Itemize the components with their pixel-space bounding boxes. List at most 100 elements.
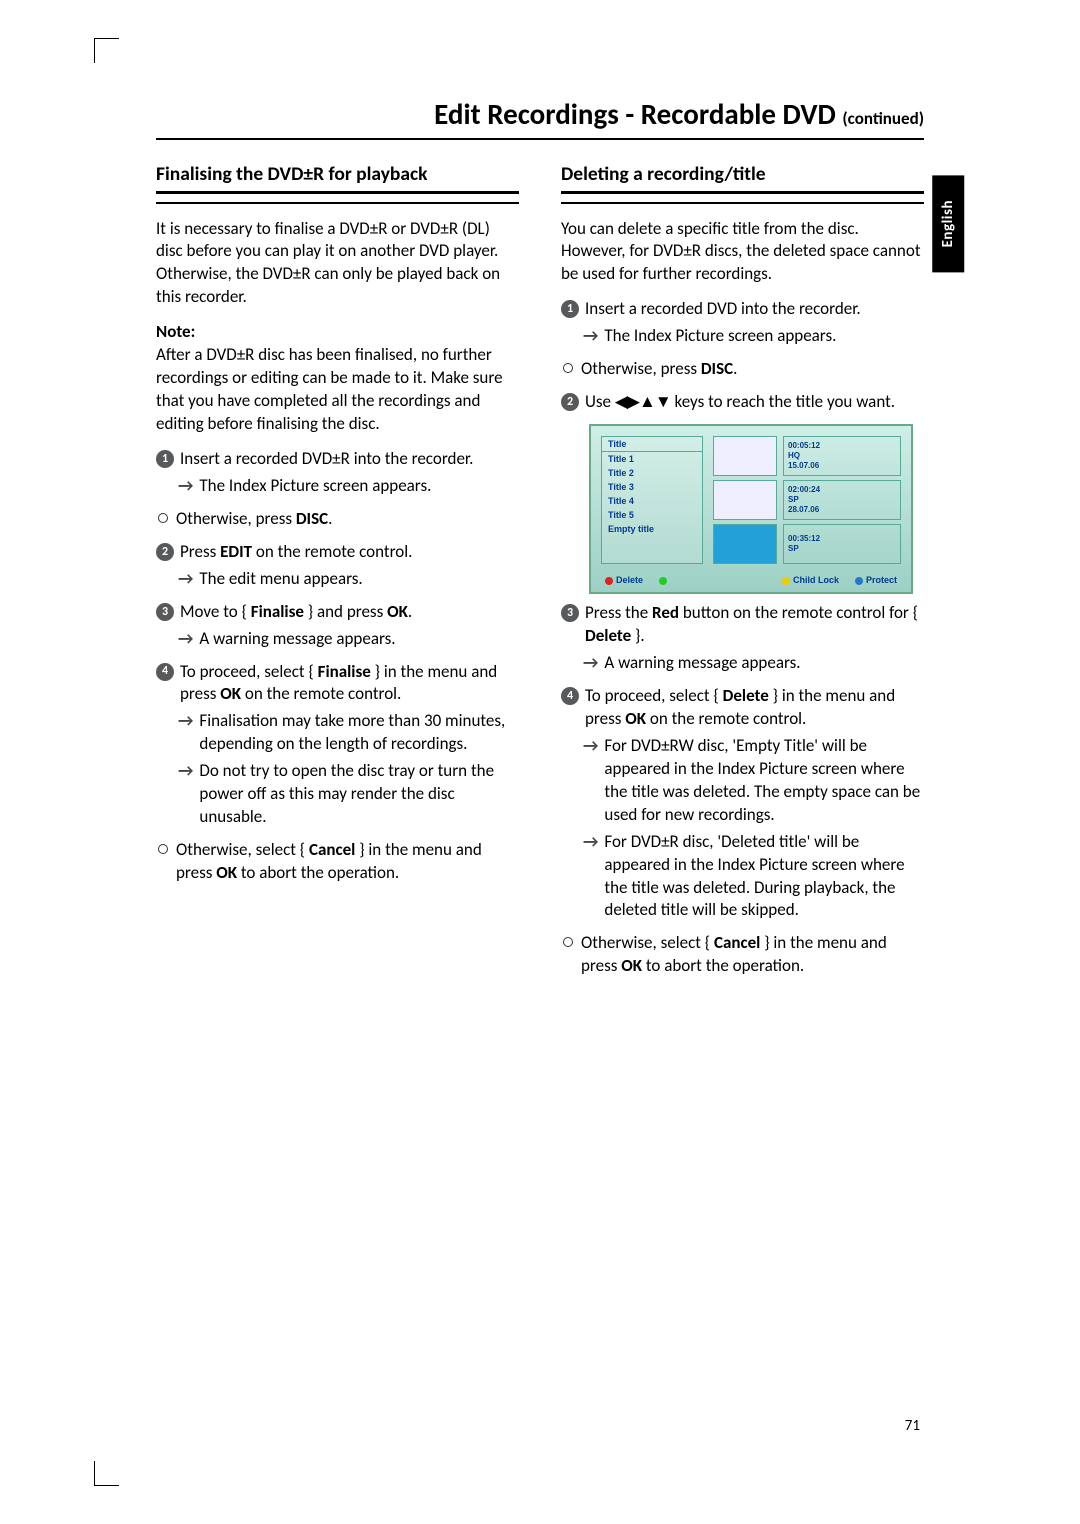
red-dot-icon [605, 577, 613, 585]
result-text: Do not try to open the disc tray or turn… [199, 760, 519, 829]
note-body: After a DVD±R disc has been finalised, n… [156, 344, 519, 436]
section-heading-finalising: Finalising the DVD±R for playback [156, 162, 519, 186]
step-text: Move to { Finalise } and press OK. [180, 601, 519, 624]
crop-mark-bottom [94, 1461, 119, 1486]
result-text: The edit menu appears. [199, 568, 519, 591]
step-text: Insert a recorded DVD±R into the recorde… [180, 448, 519, 471]
step-4-result-2: → Do not try to open the disc tray or tu… [178, 760, 519, 829]
step-text: Use ◀▶▲▼ keys to reach the title you wan… [585, 391, 924, 414]
blue-dot-icon [855, 577, 863, 585]
step-text: Press the Red button on the remote contr… [585, 602, 924, 648]
heading-rule [561, 191, 924, 204]
arrow-right-icon: → [583, 735, 598, 827]
bullet-icon [156, 508, 170, 531]
bullet-text: Otherwise, select { Cancel } in the menu… [581, 932, 924, 978]
note-label: Note: [156, 321, 519, 344]
arrow-right-icon: → [583, 652, 598, 675]
step-1: 1 Insert a recorded DVD into the recorde… [561, 298, 924, 321]
intro-text: You can delete a specific title from the… [561, 218, 924, 287]
step-number-icon: 1 [156, 450, 174, 468]
list-item: Empty title [602, 522, 702, 536]
step-number-icon: 3 [156, 603, 174, 621]
result-text: The Index Picture screen appears. [199, 475, 519, 498]
thumbnail-meta: 00:35:12 SP [783, 524, 901, 564]
step-3: 3 Press the Red button on the remote con… [561, 602, 924, 648]
arrow-right-icon: → [178, 710, 193, 756]
step-number-icon: 2 [561, 393, 579, 411]
legend-childlock: Child Lock [782, 574, 839, 586]
arrow-right-icon: → [583, 325, 598, 348]
arrow-right-icon: → [178, 475, 193, 498]
alt-bullet: Otherwise, press DISC. [156, 508, 519, 531]
bullet-icon [561, 358, 575, 381]
thumbnail-meta: 02:00:24 SP 28.07.06 [783, 480, 901, 520]
step-3-result: → A warning message appears. [178, 628, 519, 651]
step-1: 1 Insert a recorded DVD±R into the recor… [156, 448, 519, 471]
step-4-result-1: → For DVD±RW disc, 'Empty Title' will be… [583, 735, 924, 827]
arrow-right-icon: → [178, 760, 193, 829]
bullet-text: Otherwise, select { Cancel } in the menu… [176, 839, 519, 885]
result-text: The Index Picture screen appears. [604, 325, 924, 348]
step-4: 4 To proceed, select { Finalise } in the… [156, 661, 519, 707]
step-1-result: → The Index Picture screen appears. [583, 325, 924, 348]
step-number-icon: 4 [156, 663, 174, 681]
thumbnail-meta: 00:05:12 HQ 15.07.06 [783, 436, 901, 476]
bullet-icon [156, 839, 170, 885]
step-number-icon: 3 [561, 604, 579, 622]
result-text: Finalisation may take more than 30 minut… [199, 710, 519, 756]
step-3-result: → A warning message appears. [583, 652, 924, 675]
legend-delete: Delete [605, 574, 643, 586]
index-picture-screen: Title Title 1 Title 2 Title 3 Title 4 Ti… [589, 424, 913, 594]
title-continued: (continued) [842, 108, 924, 129]
title-main: Edit Recordings - Recordable DVD [434, 96, 836, 132]
step-3: 3 Move to { Finalise } and press OK. [156, 601, 519, 624]
list-item: Title 2 [602, 466, 702, 480]
green-dot-icon [659, 577, 667, 585]
page-title: Edit Recordings - Recordable DVD (contin… [156, 95, 924, 140]
cancel-bullet: Otherwise, select { Cancel } in the menu… [156, 839, 519, 885]
legend-green [659, 574, 670, 586]
arrow-right-icon: → [583, 831, 598, 923]
step-2: 2 Press EDIT on the remote control. [156, 541, 519, 564]
title-list: Title Title 1 Title 2 Title 3 Title 4 Ti… [601, 436, 703, 564]
bullet-text: Otherwise, press DISC. [176, 508, 519, 531]
step-number-icon: 4 [561, 687, 579, 705]
bullet-text: Otherwise, press DISC. [581, 358, 924, 381]
step-text: Press EDIT on the remote control. [180, 541, 519, 564]
step-text: To proceed, select { Delete } in the men… [585, 685, 924, 731]
yellow-dot-icon [782, 577, 790, 585]
result-text: A warning message appears. [199, 628, 519, 651]
arrow-right-icon: → [178, 568, 193, 591]
step-text: Insert a recorded DVD into the recorder. [585, 298, 924, 321]
language-tab: English [932, 175, 964, 272]
list-item: Title 5 [602, 508, 702, 522]
result-text: A warning message appears. [604, 652, 924, 675]
thumbnail [713, 436, 777, 476]
step-number-icon: 2 [156, 543, 174, 561]
step-4-result-2: → For DVD±R disc, 'Deleted title' will b… [583, 831, 924, 923]
section-heading-deleting: Deleting a recording/title [561, 162, 924, 186]
step-2-result: → The edit menu appears. [178, 568, 519, 591]
step-text: To proceed, select { Finalise } in the m… [180, 661, 519, 707]
list-item: Title 4 [602, 494, 702, 508]
arrow-right-icon: → [178, 628, 193, 651]
heading-rule [156, 191, 519, 204]
crop-mark-top [94, 38, 119, 63]
step-number-icon: 1 [561, 300, 579, 318]
step-4: 4 To proceed, select { Delete } in the m… [561, 685, 924, 731]
column-left: Finalising the DVD±R for playback It is … [156, 162, 519, 988]
cancel-bullet: Otherwise, select { Cancel } in the menu… [561, 932, 924, 978]
thumbnail [713, 480, 777, 520]
result-text: For DVD±R disc, 'Deleted title' will be … [604, 831, 924, 923]
list-item: Title 1 [602, 452, 702, 466]
list-item: Title 3 [602, 480, 702, 494]
column-right: Deleting a recording/title You can delet… [561, 162, 924, 988]
screen-legend: Delete Child Lock Protect [601, 574, 901, 586]
alt-bullet: Otherwise, press DISC. [561, 358, 924, 381]
legend-protect: Protect [855, 574, 897, 586]
thumbnail-column: 00:05:12 HQ 15.07.06 02:00:24 SP 28.07.0… [713, 436, 901, 564]
dpad-arrows-icon: ◀▶▲▼ [615, 392, 671, 411]
page-number: 71 [905, 1416, 920, 1436]
thumbnail [713, 524, 777, 564]
intro-text: It is necessary to finalise a DVD±R or D… [156, 218, 519, 310]
